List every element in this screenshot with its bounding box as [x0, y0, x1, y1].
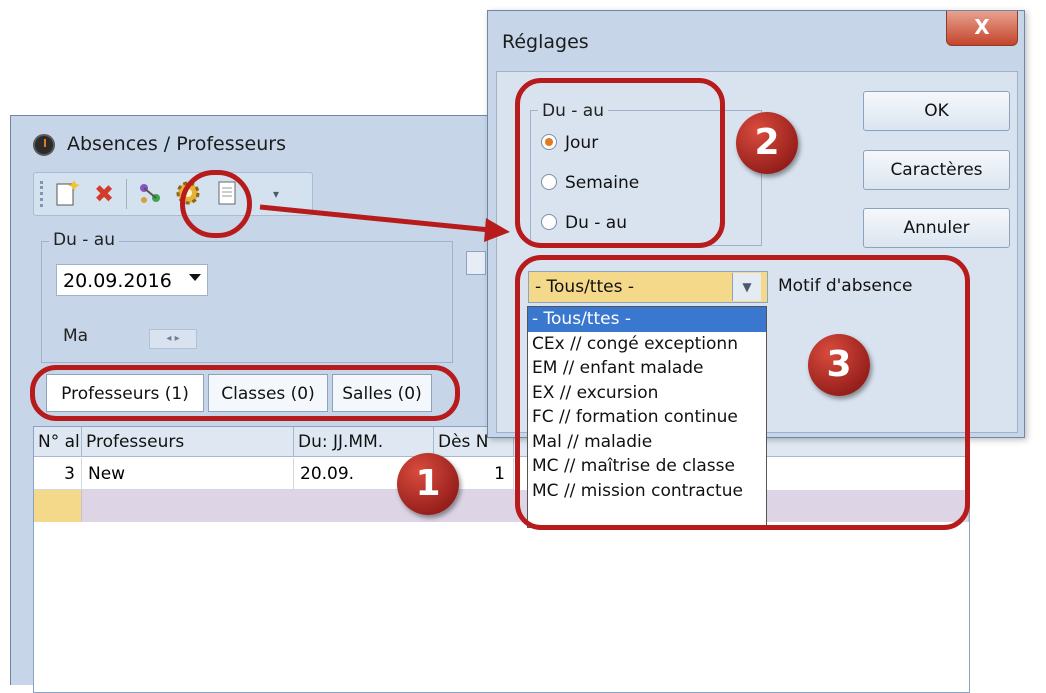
annotation-arrow — [259, 204, 510, 242]
